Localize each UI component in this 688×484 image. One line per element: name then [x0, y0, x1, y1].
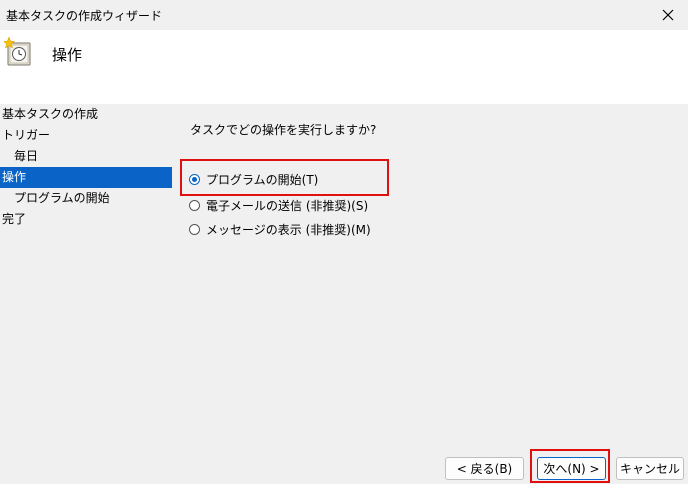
option-display-message[interactable]: メッセージの表示 (非推奨)(M) — [189, 220, 371, 238]
task-scheduler-icon — [4, 36, 31, 66]
highlight-box-start-program — [180, 159, 389, 196]
cancel-button[interactable]: キャンセル — [616, 457, 684, 480]
send-email-radio[interactable] — [189, 199, 200, 211]
highlight-box-next — [530, 449, 610, 483]
back-button[interactable]: < 戻る(B) — [445, 457, 524, 480]
wizard-header: 操作 — [0, 30, 688, 104]
display-message-label[interactable]: メッセージの表示 (非推奨)(M) — [206, 221, 371, 238]
send-email-label[interactable]: 電子メールの送信 (非推奨)(S) — [206, 197, 368, 214]
action-question: タスクでどの操作を実行しますか? — [190, 123, 377, 137]
close-icon — [662, 9, 674, 21]
window-title: 基本タスクの作成ウィザード — [6, 9, 163, 23]
wizard-steps-nav: 基本タスクの作成 トリガー 毎日 操作 プログラムの開始 完了 — [0, 104, 180, 230]
page-title: 操作 — [52, 46, 83, 64]
nav-step-finish: 完了 — [2, 212, 27, 226]
title-bar: 基本タスクの作成ウィザード — [0, 0, 688, 30]
display-message-radio[interactable] — [189, 223, 200, 235]
close-button[interactable] — [648, 0, 688, 30]
option-send-email[interactable]: 電子メールの送信 (非推奨)(S) — [189, 196, 368, 214]
nav-step-action: 操作 — [0, 167, 172, 188]
nav-step-start-program: プログラムの開始 — [14, 191, 110, 205]
nav-step-trigger: トリガー — [2, 128, 51, 142]
nav-step-create-basic-task: 基本タスクの作成 — [2, 107, 99, 121]
nav-step-daily: 毎日 — [14, 149, 39, 163]
